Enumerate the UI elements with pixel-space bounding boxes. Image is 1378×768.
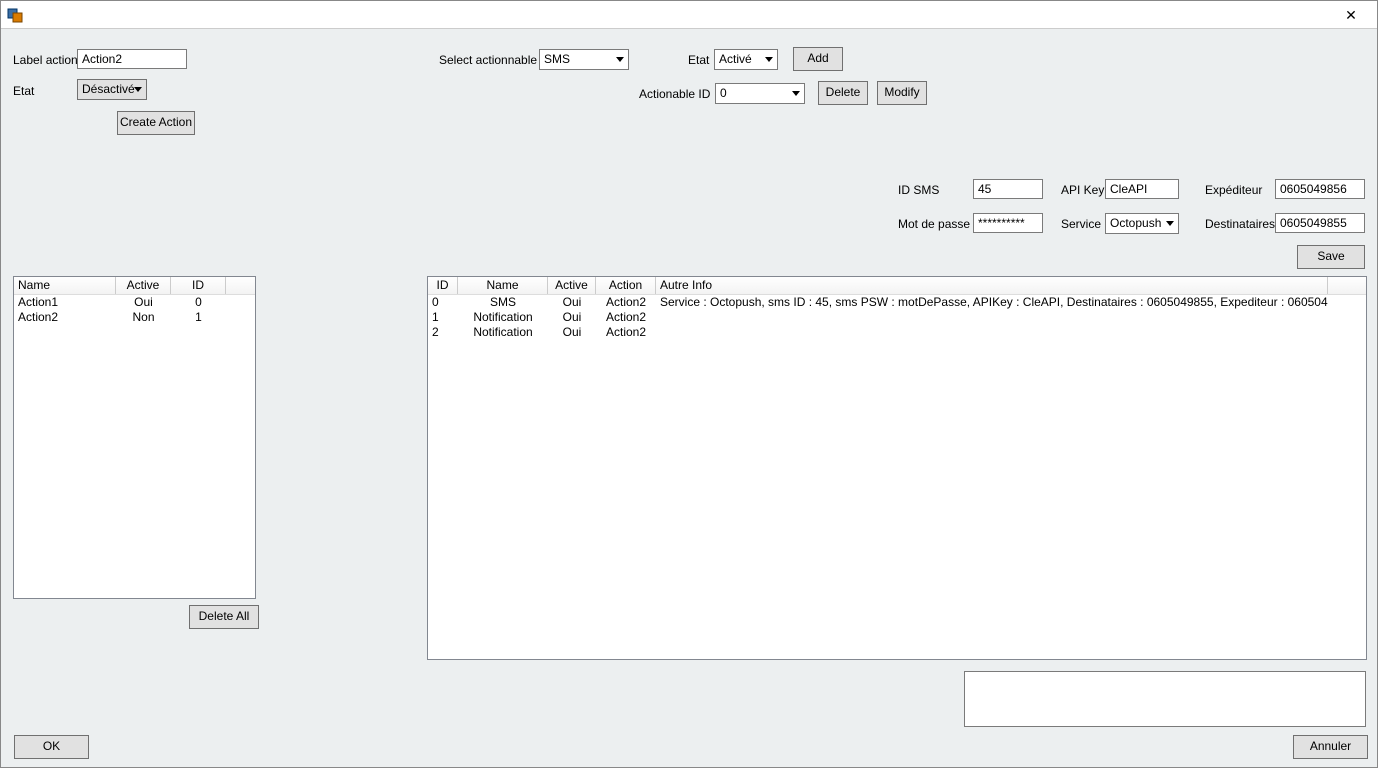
actionables-listview-body: 0 SMS Oui Action2 Service : Octopush, sm… [428,295,1366,340]
etat-right-combo[interactable]: Activé [714,49,778,70]
id-sms-label: ID SMS [898,183,939,197]
list-item[interactable]: Action2 Non 1 [14,310,255,325]
list-item[interactable]: 2 Notification Oui Action2 [428,325,1366,340]
delete-button[interactable]: Delete [818,81,868,105]
app-icon [7,7,23,23]
label-action-label: Label action [13,53,78,67]
actions-listview[interactable]: Name Active ID Action1 Oui 0 Action2 Non… [13,276,256,599]
create-action-button[interactable]: Create Action [117,111,195,135]
actionable-id-label: Actionable ID [639,87,710,101]
etat-left-combo[interactable]: Désactivé [77,79,147,100]
mot-de-passe-label: Mot de passe [898,217,970,231]
actionables-listview-header: ID Name Active Action Autre Info [428,277,1366,295]
label-action-input[interactable]: Action2 [77,49,187,69]
etat-right-label: Etat [688,53,709,67]
api-key-input[interactable]: CleAPI [1105,179,1179,199]
close-button[interactable]: ✕ [1331,3,1371,27]
list-item[interactable]: Action1 Oui 0 [14,295,255,310]
etat-left-label: Etat [13,84,34,98]
actionables-col-name[interactable]: Name [458,277,548,294]
actionables-col-action[interactable]: Action [596,277,656,294]
actionables-col-id[interactable]: ID [428,277,458,294]
actions-col-empty [226,277,255,294]
content-area: Label action Action2 Etat Désactivé Crea… [1,29,1377,767]
save-button[interactable]: Save [1297,245,1365,269]
list-item[interactable]: 1 Notification Oui Action2 [428,310,1366,325]
actions-col-id[interactable]: ID [171,277,226,294]
destinataires-input[interactable]: 0605049855 [1275,213,1365,233]
modify-button[interactable]: Modify [877,81,927,105]
add-button[interactable]: Add [793,47,843,71]
expediteur-label: Expéditeur [1205,183,1262,197]
actions-col-active[interactable]: Active [116,277,171,294]
destinataires-label: Destinataires [1205,217,1275,231]
annuler-button[interactable]: Annuler [1293,735,1368,759]
actions-listview-header: Name Active ID [14,277,255,295]
expediteur-input[interactable]: 0605049856 [1275,179,1365,199]
select-actionnable-label: Select actionnable [439,53,537,67]
notes-textarea[interactable] [964,671,1366,727]
service-combo[interactable]: Octopush [1105,213,1179,234]
titlebar: ✕ [1,1,1377,29]
service-label: Service [1061,217,1101,231]
id-sms-input[interactable]: 45 [973,179,1043,199]
actionables-col-empty [1328,277,1366,294]
mot-de-passe-input[interactable]: ********** [973,213,1043,233]
ok-button[interactable]: OK [14,735,89,759]
api-key-label: API Key [1061,183,1104,197]
delete-all-button[interactable]: Delete All [189,605,259,629]
list-item[interactable]: 0 SMS Oui Action2 Service : Octopush, sm… [428,295,1366,310]
select-actionnable-combo[interactable]: SMS [539,49,629,70]
actionables-col-active[interactable]: Active [548,277,596,294]
actions-col-name[interactable]: Name [14,277,116,294]
main-window: ✕ Label action Action2 Etat Désactivé Cr… [0,0,1378,768]
actionables-col-info[interactable]: Autre Info [656,277,1328,294]
actionables-listview[interactable]: ID Name Active Action Autre Info 0 SMS O… [427,276,1367,660]
actionable-id-combo[interactable]: 0 [715,83,805,104]
actions-listview-body: Action1 Oui 0 Action2 Non 1 [14,295,255,325]
